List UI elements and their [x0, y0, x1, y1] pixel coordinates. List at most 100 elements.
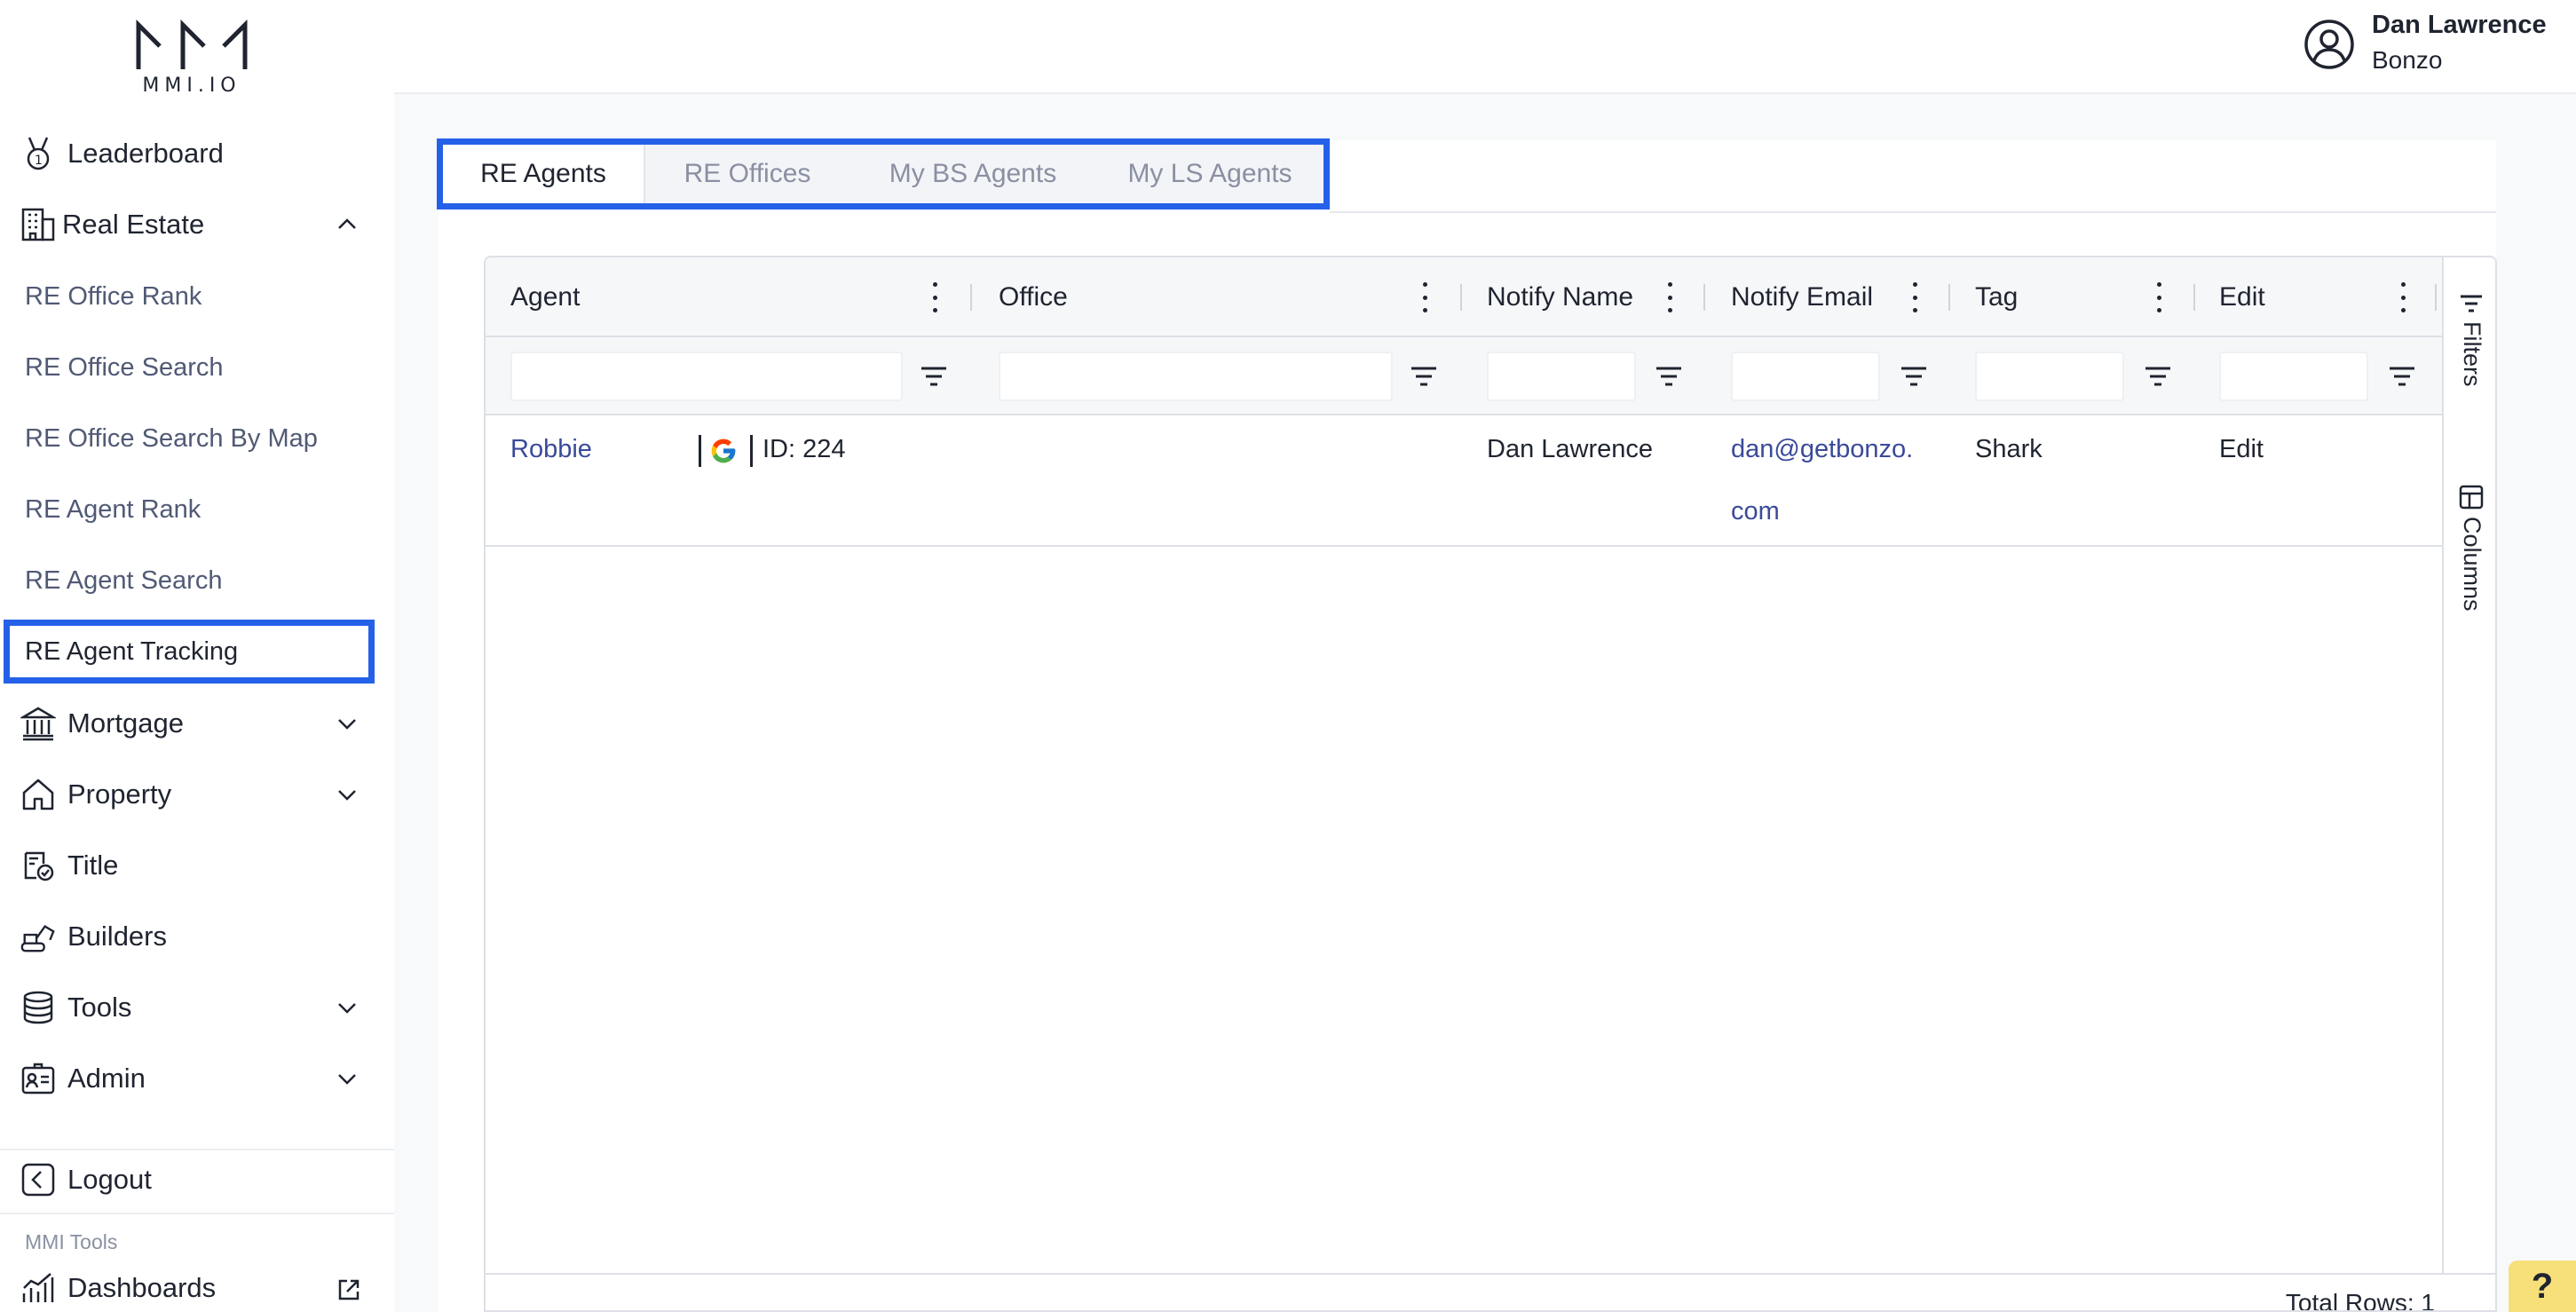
sidebar: MMI.IO 1 Leaderboard Real Estate RE Offi… — [0, 0, 394, 1312]
cell-separator — [699, 435, 701, 467]
column-header-edit[interactable]: Edit — [2219, 257, 2265, 337]
sidebar-item-tools[interactable]: Tools — [0, 976, 394, 1039]
filter-icon — [2461, 295, 2482, 312]
column-header-office[interactable]: Office — [999, 257, 1068, 337]
mmi-logo[interactable]: MMI.IO — [133, 19, 250, 99]
column-resize-handle[interactable] — [970, 284, 972, 311]
column-resize-handle[interactable] — [2435, 284, 2437, 311]
section-label-mmi-tools: MMI Tools — [25, 1230, 118, 1253]
filter-icon[interactable] — [1409, 364, 1439, 389]
filter-icon[interactable] — [2143, 364, 2173, 389]
column-menu-icon[interactable] — [1418, 282, 1432, 312]
sidebar-item-dashboards[interactable]: Dashboards — [0, 1257, 394, 1312]
column-menu-icon[interactable] — [928, 282, 942, 312]
chart-line-icon — [20, 1269, 57, 1307]
columns-label: Columns — [2459, 517, 2485, 612]
filter-input-tag[interactable] — [1975, 352, 2124, 401]
tab-re-agents[interactable]: RE Agents — [443, 145, 645, 203]
chevron-down-icon — [338, 1003, 356, 1014]
logout-label: Logout — [67, 1164, 152, 1195]
medal-icon: 1 — [20, 135, 57, 172]
id-badge-icon — [20, 1060, 57, 1097]
excavator-icon — [20, 918, 57, 955]
sidebar-sub-re-agent-tracking[interactable]: RE Agent Tracking — [4, 620, 375, 684]
external-link-icon — [338, 1279, 360, 1300]
grid-header: Agent Office Notify Name Notify Email Ta… — [486, 257, 2442, 337]
sidebar-sub-re-office-rank[interactable]: RE Office Rank — [25, 270, 371, 323]
notify-email-link-line1[interactable]: dan@getbonzo. — [1731, 435, 1913, 464]
svg-text:1: 1 — [35, 154, 43, 168]
filter-input-agent[interactable] — [510, 352, 903, 401]
sidebar-item-builders[interactable]: Builders — [0, 905, 394, 968]
help-button[interactable]: ? — [2509, 1261, 2576, 1312]
filters-panel-button[interactable]: Filters — [2444, 293, 2495, 417]
sidebar-item-label: Real Estate — [62, 209, 205, 240]
logout-button[interactable]: Logout — [0, 1149, 394, 1211]
edit-link[interactable]: Edit — [2219, 435, 2264, 464]
filter-input-edit[interactable] — [2219, 352, 2368, 401]
columns-icon — [2459, 485, 2484, 510]
table-row: Robbie ID: 224 Dan Lawrence dan@getbonzo… — [486, 415, 2442, 547]
tab-my-bs-agents[interactable]: My BS Agents — [849, 145, 1096, 203]
logout-icon — [20, 1161, 57, 1198]
user-avatar-icon[interactable] — [2303, 18, 2356, 71]
sidebar-sub-re-office-search-by-map[interactable]: RE Office Search By Map — [25, 412, 371, 465]
sidebar-item-label: Dashboards — [67, 1272, 217, 1303]
grid-footer: Total Rows: 1 — [486, 1273, 2495, 1312]
sidebar-sub-re-agent-rank[interactable]: RE Agent Rank — [25, 483, 371, 536]
filter-input-office[interactable] — [999, 352, 1393, 401]
sidebar-item-label: Tools — [67, 992, 132, 1023]
chevron-up-icon — [338, 218, 356, 229]
agent-id: ID: 224 — [763, 435, 846, 463]
cell-separator — [750, 435, 753, 467]
user-name[interactable]: Dan Lawrence — [2372, 11, 2547, 40]
chevron-down-icon — [338, 790, 356, 801]
sidebar-divider — [0, 1213, 394, 1214]
google-icon[interactable] — [709, 437, 738, 465]
user-org: Bonzo — [2372, 46, 2443, 74]
columns-panel-button[interactable]: Columns — [2444, 485, 2495, 644]
filter-row — [486, 337, 2442, 415]
sidebar-item-real-estate[interactable]: Real Estate — [0, 194, 394, 256]
column-header-agent[interactable]: Agent — [510, 257, 580, 337]
column-menu-icon[interactable] — [1663, 282, 1677, 312]
sidebar-sub-re-agent-search[interactable]: RE Agent Search — [25, 554, 371, 607]
sidebar-item-leaderboard[interactable]: 1 Leaderboard — [0, 123, 394, 185]
column-menu-icon[interactable] — [2152, 282, 2166, 312]
filter-icon[interactable] — [1899, 364, 1929, 389]
sidebar-item-label: Admin — [67, 1063, 146, 1094]
column-header-tag[interactable]: Tag — [1975, 257, 2018, 337]
column-menu-icon[interactable] — [1908, 282, 1922, 312]
filter-input-notify-email[interactable] — [1731, 352, 1880, 401]
sidebar-item-title[interactable]: Title — [0, 834, 394, 897]
column-resize-handle[interactable] — [2193, 284, 2195, 311]
agent-name-link[interactable]: Robbie — [510, 435, 592, 464]
building-icon — [20, 206, 57, 243]
column-header-notify-email[interactable]: Notify Email — [1731, 257, 1873, 337]
filter-icon[interactable] — [919, 364, 949, 389]
chevron-down-icon — [338, 1074, 356, 1085]
column-menu-icon[interactable] — [2396, 282, 2410, 312]
tab-my-ls-agents[interactable]: My LS Agents — [1096, 145, 1324, 203]
sidebar-item-property[interactable]: Property — [0, 763, 394, 826]
filter-input-notify-name[interactable] — [1487, 352, 1636, 401]
total-rows-count: Total Rows: 1 — [2285, 1289, 2435, 1312]
column-resize-handle[interactable] — [1460, 284, 1462, 311]
filter-icon[interactable] — [1654, 364, 1684, 389]
tab-re-offices[interactable]: RE Offices — [645, 145, 849, 203]
filters-label: Filters — [2459, 321, 2485, 387]
column-resize-handle[interactable] — [1703, 284, 1705, 311]
grid-side-panel: Filters Columns — [2442, 257, 2495, 1310]
sidebar-item-mortgage[interactable]: Mortgage — [0, 692, 394, 755]
top-bar — [394, 0, 2576, 94]
sidebar-item-label: Property — [67, 779, 172, 810]
sidebar-item-admin[interactable]: Admin — [0, 1047, 394, 1110]
column-header-notify-name[interactable]: Notify Name — [1487, 257, 1633, 337]
column-resize-handle[interactable] — [1948, 284, 1950, 311]
filter-icon[interactable] — [2387, 364, 2417, 389]
bank-icon — [20, 705, 57, 742]
tab-underline — [1330, 211, 2496, 213]
sidebar-sub-re-office-search[interactable]: RE Office Search — [25, 341, 371, 394]
logo-text: MMI.IO — [142, 75, 241, 97]
notify-email-link-line2[interactable]: com — [1731, 497, 1780, 526]
